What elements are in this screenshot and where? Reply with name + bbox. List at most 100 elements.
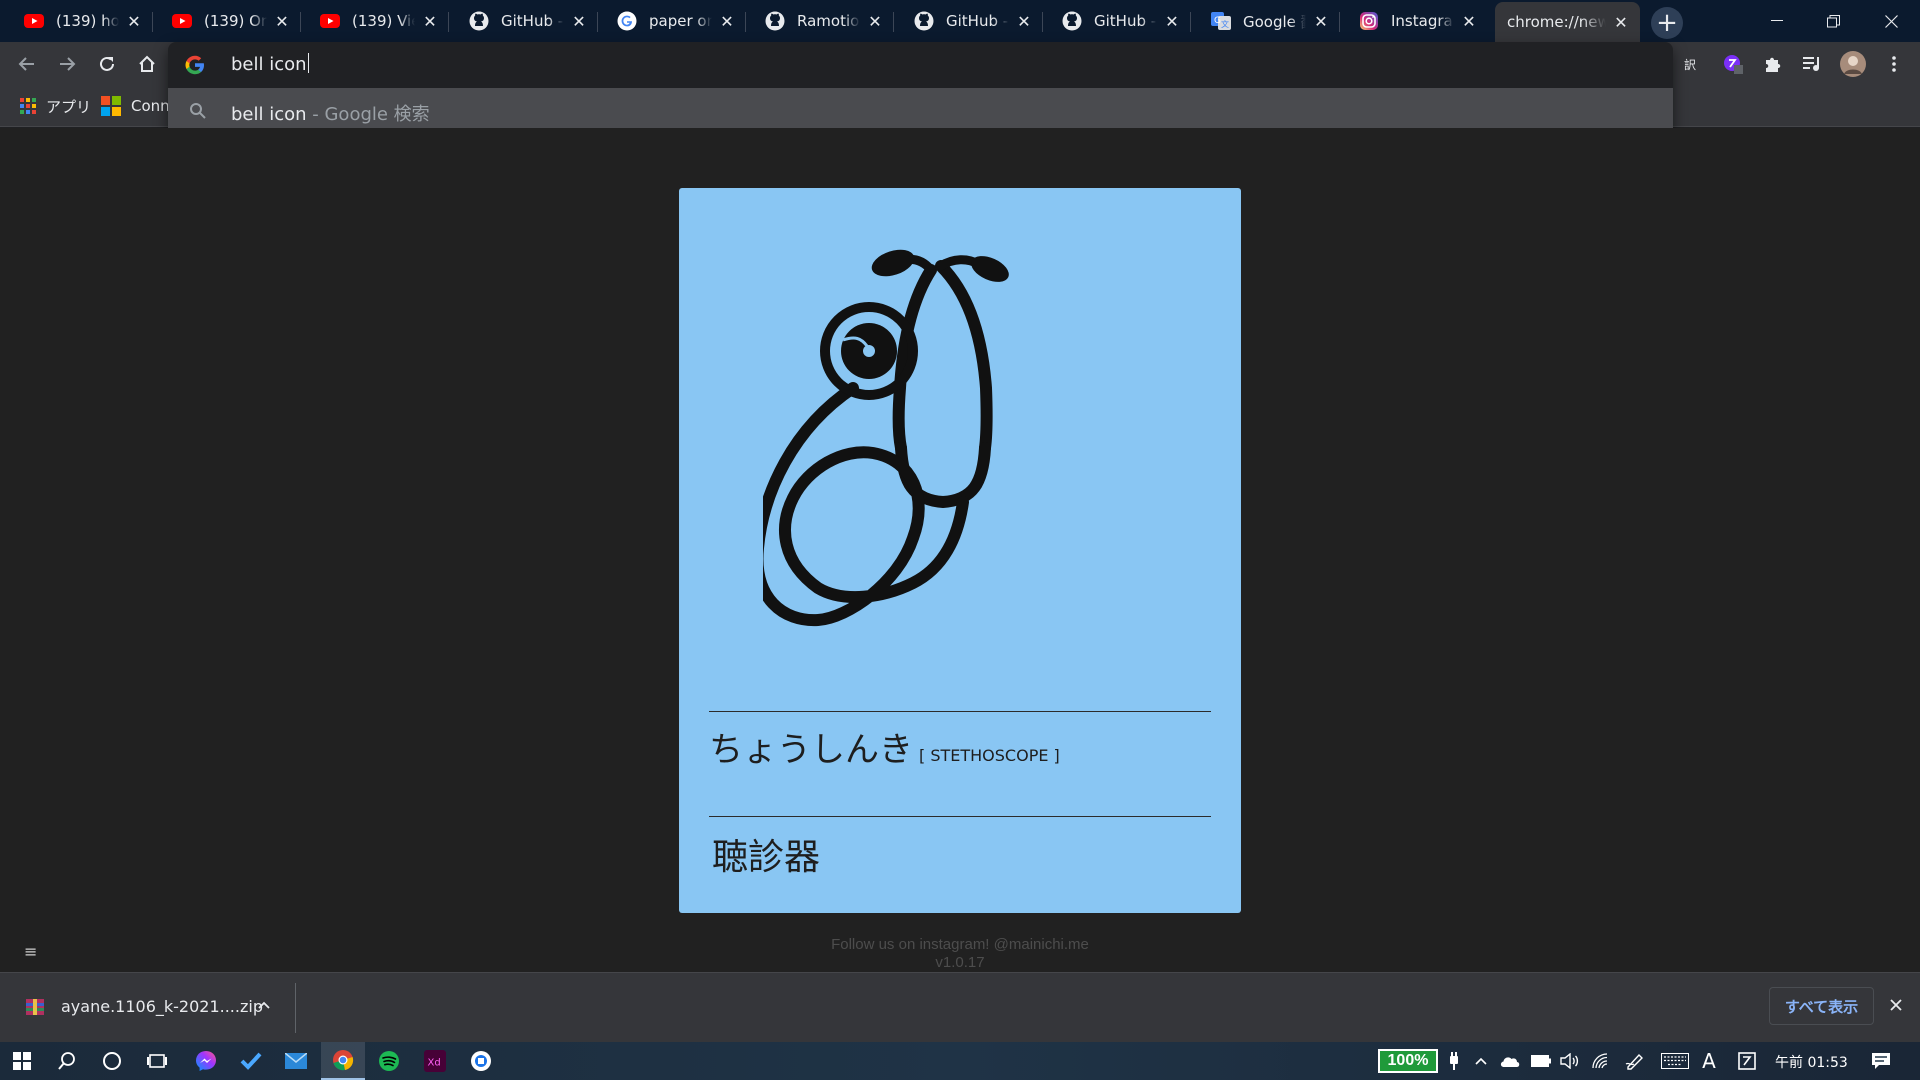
tab-title: GitHub - F bbox=[1094, 12, 1157, 30]
chevron-up-icon[interactable] bbox=[258, 997, 270, 1013]
address-bar[interactable]: bell icon bbox=[168, 42, 1673, 88]
tab-github-3[interactable]: GitHub - F ✕ bbox=[1050, 6, 1191, 36]
tab-google-translate[interactable]: G文 Google 翻 ✕ bbox=[1199, 6, 1340, 36]
taskbar-clock[interactable]: 午前 01:53 bbox=[1775, 1052, 1848, 1072]
more-menu-icon[interactable] bbox=[1879, 49, 1909, 79]
onedrive-cloud-icon[interactable] bbox=[1497, 1042, 1523, 1080]
new-tab-page: ちょうしんき [ STETHOSCOPE ] 聴診器 ≡ Follow us on… bbox=[0, 128, 1920, 1072]
svg-text:文: 文 bbox=[1221, 19, 1229, 29]
tab-title: Google 翻 bbox=[1243, 12, 1306, 31]
hamburger-menu-icon[interactable]: ≡ bbox=[24, 942, 37, 961]
close-icon[interactable]: ✕ bbox=[570, 12, 588, 31]
extension-purple-icon[interactable] bbox=[1718, 49, 1748, 79]
close-icon[interactable]: ✕ bbox=[273, 12, 291, 31]
taskbar-mail[interactable] bbox=[274, 1042, 318, 1080]
pen-icon[interactable] bbox=[1623, 1042, 1647, 1080]
word-english: [ STETHOSCOPE ] bbox=[919, 746, 1060, 765]
reload-button[interactable] bbox=[91, 48, 123, 80]
taskbar-spotify[interactable] bbox=[367, 1042, 411, 1080]
close-icon[interactable]: ✕ bbox=[1163, 12, 1181, 31]
show-all-button[interactable]: すべて表示 bbox=[1769, 987, 1874, 1025]
ime-mode-icon[interactable] bbox=[1736, 1042, 1758, 1080]
youtube-icon bbox=[320, 11, 340, 31]
taskbar-search-button[interactable] bbox=[45, 1042, 89, 1080]
taskbar-messenger[interactable] bbox=[184, 1042, 228, 1080]
svg-text:G: G bbox=[1214, 16, 1221, 26]
extensions-puzzle-icon[interactable] bbox=[1758, 49, 1788, 79]
tab-youtube-2[interactable]: (139) Onb ✕ bbox=[160, 6, 301, 36]
page-footer: Follow us on instagram! @mainichi.me v1.… bbox=[760, 936, 1160, 972]
home-button[interactable] bbox=[131, 48, 163, 80]
bookmark-microsoft[interactable]: Conn bbox=[101, 95, 170, 117]
word-kana: ちょうしんき bbox=[709, 730, 913, 770]
mail-icon bbox=[285, 1053, 307, 1069]
bookmark-label: Conn bbox=[131, 97, 170, 115]
tab-title: (139) Onb bbox=[204, 12, 267, 30]
cortana-button[interactable] bbox=[90, 1042, 134, 1080]
close-icon[interactable]: ✕ bbox=[125, 12, 143, 31]
battery-percentage[interactable]: 100% bbox=[1378, 1049, 1438, 1073]
tab-title: paper onb bbox=[649, 12, 712, 30]
archive-file-icon bbox=[26, 999, 44, 1015]
tab-new-tab[interactable]: chrome://newt ✕ bbox=[1495, 2, 1640, 42]
tab-title: Ramotion bbox=[797, 12, 860, 30]
taskbar-chrome[interactable] bbox=[321, 1042, 365, 1080]
media-queue-icon[interactable] bbox=[1797, 49, 1827, 79]
tab-youtube-3[interactable]: (139) View ✕ bbox=[308, 6, 449, 36]
ime-indicator[interactable]: A bbox=[1698, 1042, 1720, 1080]
address-input-text: bell icon bbox=[231, 53, 309, 75]
bookmark-apps[interactable]: アプリ bbox=[20, 95, 91, 117]
tab-title: GitHub - R bbox=[501, 12, 564, 30]
adobe-xd-icon: Xd bbox=[424, 1050, 446, 1072]
new-tab-button[interactable]: + bbox=[1651, 7, 1683, 39]
close-icon[interactable] bbox=[1886, 995, 1906, 1015]
tab-github-1[interactable]: GitHub - R ✕ bbox=[457, 6, 598, 36]
tab-google-search[interactable]: paper onb ✕ bbox=[605, 6, 746, 36]
taskbar-adobe-xd[interactable]: Xd bbox=[413, 1042, 457, 1080]
tab-youtube-1[interactable]: (139) how ✕ bbox=[12, 6, 153, 36]
arrow-left-icon bbox=[18, 57, 34, 71]
battery-icon[interactable] bbox=[1529, 1042, 1553, 1080]
tab-title: (139) View bbox=[352, 12, 415, 30]
task-view-button[interactable] bbox=[135, 1042, 179, 1080]
wifi-icon[interactable] bbox=[1589, 1042, 1613, 1080]
messenger-icon bbox=[196, 1051, 216, 1071]
footer-instagram-link[interactable]: Follow us on instagram! @mainichi.me bbox=[760, 936, 1160, 954]
notification-center-icon[interactable] bbox=[1866, 1042, 1896, 1080]
minimize-button[interactable] bbox=[1749, 0, 1805, 42]
divider bbox=[709, 711, 1211, 712]
tab-instagram[interactable]: Instagram ✕ bbox=[1347, 6, 1488, 36]
text-caret bbox=[307, 53, 309, 73]
forward-button[interactable] bbox=[51, 48, 83, 80]
chrome-icon bbox=[333, 1050, 354, 1071]
window-close-button[interactable] bbox=[1863, 0, 1919, 42]
taskbar-app[interactable] bbox=[459, 1042, 503, 1080]
github-icon bbox=[1062, 11, 1082, 31]
translate-icon[interactable]: 訳 bbox=[1677, 49, 1707, 79]
close-icon[interactable]: ✕ bbox=[1460, 12, 1478, 31]
word-card: ちょうしんき [ STETHOSCOPE ] 聴診器 bbox=[679, 188, 1241, 913]
close-icon[interactable]: ✕ bbox=[866, 12, 884, 31]
keyboard-icon[interactable] bbox=[1660, 1042, 1690, 1080]
close-icon[interactable]: ✕ bbox=[1015, 12, 1033, 31]
start-button[interactable] bbox=[0, 1042, 44, 1080]
tab-github-2[interactable]: GitHub - R ✕ bbox=[902, 6, 1043, 36]
taskbar-todo[interactable] bbox=[229, 1042, 273, 1080]
svg-text:Xd: Xd bbox=[428, 1058, 441, 1069]
close-icon[interactable]: ✕ bbox=[718, 12, 736, 31]
volume-icon[interactable] bbox=[1558, 1042, 1582, 1080]
home-icon bbox=[139, 55, 155, 72]
chevron-up-icon[interactable] bbox=[1470, 1042, 1492, 1080]
tab-strip: (139) how ✕ (139) Onb ✕ (139) View ✕ Git… bbox=[0, 0, 1920, 42]
power-plug-icon[interactable] bbox=[1443, 1042, 1465, 1080]
close-icon[interactable]: ✕ bbox=[1612, 13, 1630, 32]
close-icon[interactable]: ✕ bbox=[421, 12, 439, 31]
avatar[interactable] bbox=[1838, 49, 1868, 79]
google-icon bbox=[185, 55, 204, 75]
restore-button[interactable] bbox=[1805, 0, 1861, 42]
back-button[interactable] bbox=[11, 48, 43, 80]
download-item[interactable]: ayane.1106_k-2021....zip bbox=[0, 973, 295, 1043]
tab-github-ramotion[interactable]: Ramotion ✕ bbox=[753, 6, 894, 36]
close-icon[interactable]: ✕ bbox=[1312, 12, 1330, 31]
youtube-icon bbox=[24, 11, 44, 31]
